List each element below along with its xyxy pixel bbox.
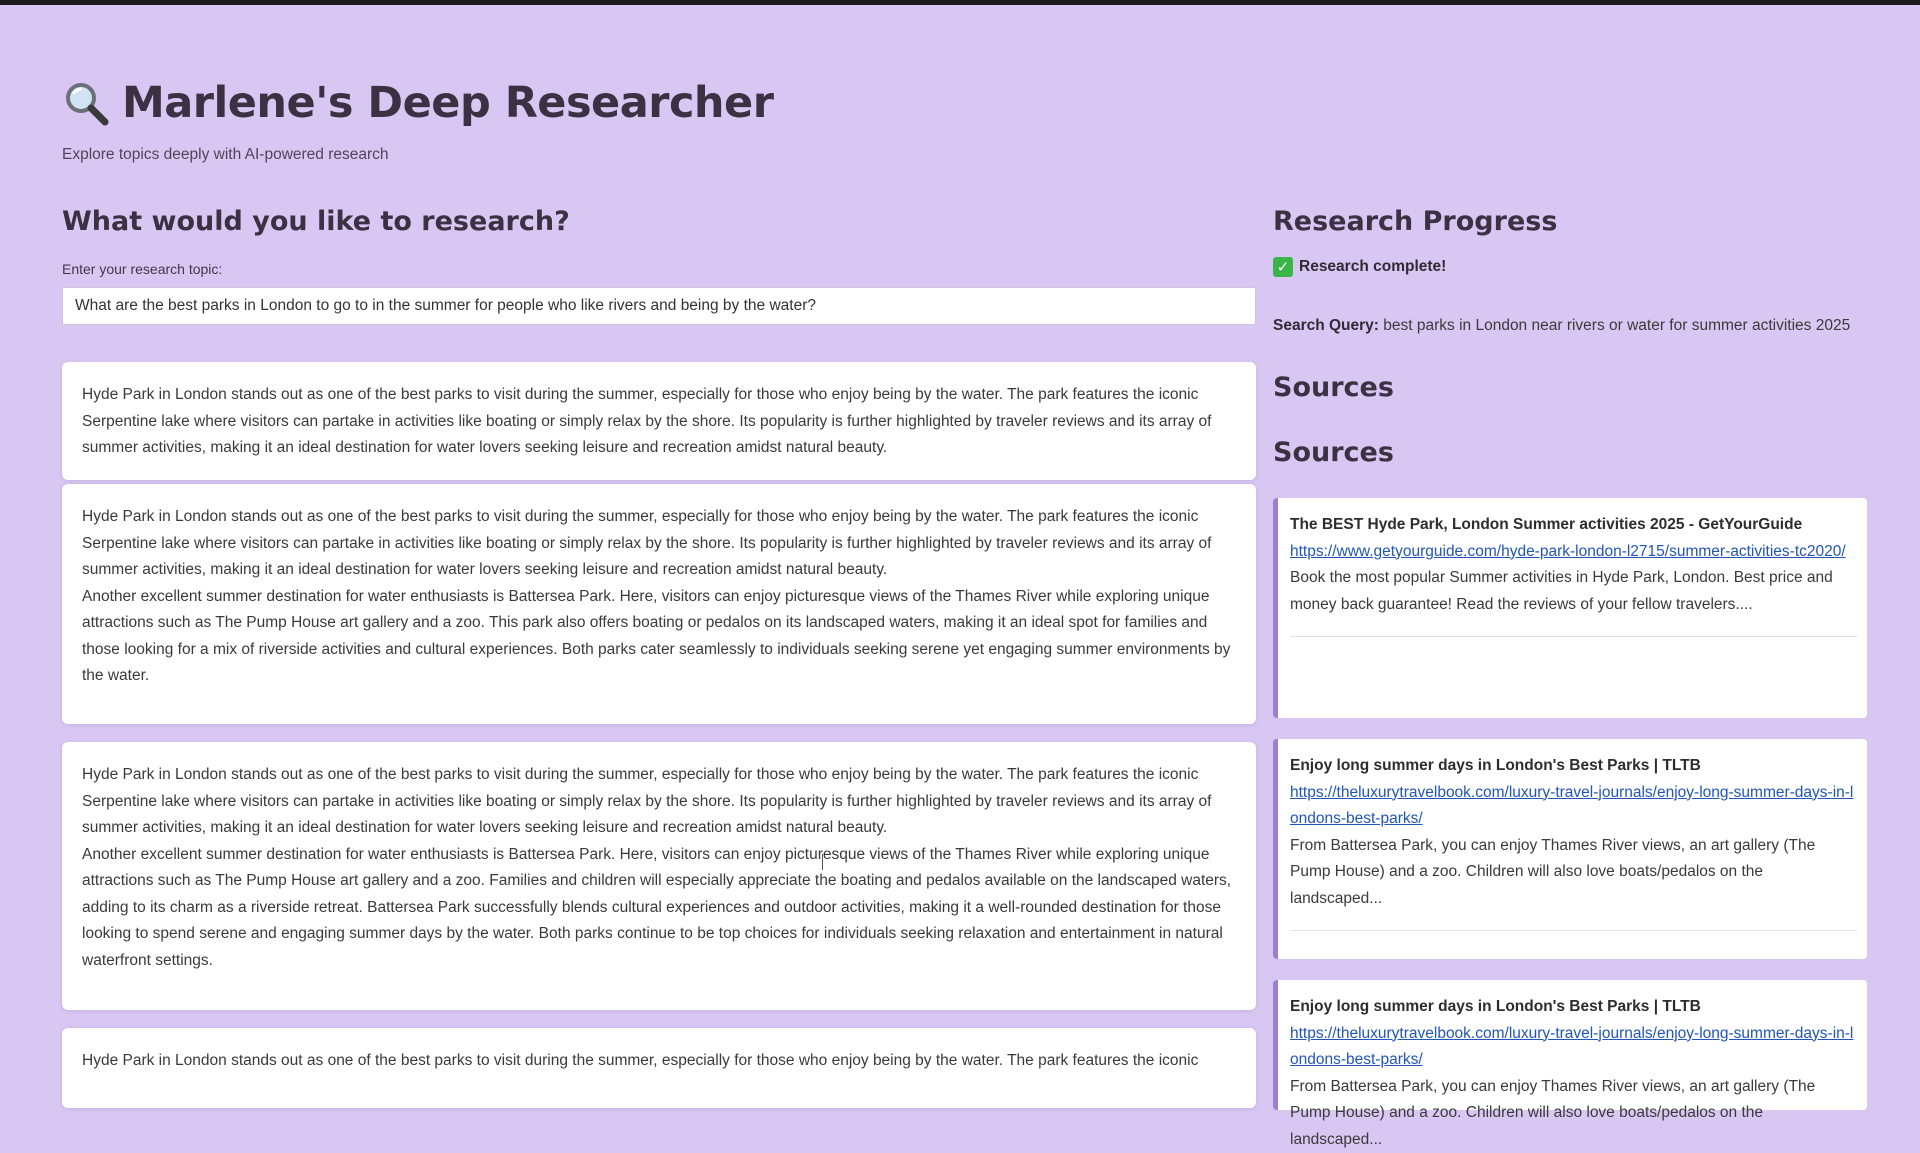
search-query-value: best parks in London near rivers or wate… [1379,317,1850,334]
search-query-label: Search Query: [1273,317,1379,334]
source-title: The BEST Hyde Park, London Summer activi… [1290,512,1857,539]
result-paragraph: Hyde Park in London stands out as one of… [82,762,1236,842]
magnifying-glass-icon [62,79,110,127]
source-title: Enjoy long summer days in London's Best … [1290,753,1857,780]
research-input-label: Enter your research topic: [62,261,1256,277]
research-heading: What would you like to research? [62,206,1256,237]
source-description: Book the most popular Summer activities … [1290,565,1857,618]
result-card: Hyde Park in London stands out as one of… [62,362,1256,480]
divider [1290,636,1857,637]
progress-heading: Research Progress [1273,206,1867,237]
source-card: Enjoy long summer days in London's Best … [1273,739,1867,959]
app-header: Marlene's Deep Researcher Explore topics… [62,78,773,164]
result-card: Hyde Park in London stands out as one of… [62,484,1256,724]
source-link[interactable]: https://theluxurytravelbook.com/luxury-t… [1290,780,1857,833]
research-topic-input[interactable]: What are the best parks in London to go … [62,287,1256,325]
result-paragraph: Hyde Park in London stands out as one of… [82,504,1236,584]
source-card: Enjoy long summer days in London's Best … [1273,980,1867,1110]
source-description: From Battersea Park, you can enjoy Thame… [1290,833,1857,913]
search-query: Search Query: best parks in London near … [1273,317,1867,335]
research-progress-panel: Research Progress ✓ Research complete! S… [1273,206,1867,335]
sources-heading: Sources [1273,372,1394,403]
window-top-bar [0,0,1920,5]
source-link[interactable]: https://www.getyourguide.com/hyde-park-l… [1290,539,1857,566]
result-card: Hyde Park in London stands out as one of… [62,1028,1256,1108]
status-text: Research complete! [1299,258,1446,276]
result-paragraph: Another excellent summer destination for… [82,584,1236,690]
check-icon: ✓ [1273,257,1293,277]
result-paragraph: Hyde Park in London stands out as one of… [82,1048,1236,1075]
status-message: ✓ Research complete! [1273,257,1867,277]
result-paragraph: Another excellent summer destination for… [82,842,1236,975]
result-paragraph: Hyde Park in London stands out as one of… [82,382,1236,462]
source-link[interactable]: https://theluxurytravelbook.com/luxury-t… [1290,1021,1857,1074]
research-input-section: What would you like to research? Enter y… [62,206,1256,325]
title-row: Marlene's Deep Researcher [62,78,773,128]
source-description: From Battersea Park, you can enjoy Thame… [1290,1074,1857,1153]
sources-heading: Sources [1273,437,1394,468]
source-card: The BEST Hyde Park, London Summer activi… [1273,498,1867,718]
page-subtitle: Explore topics deeply with AI-powered re… [62,146,773,164]
divider [1290,930,1857,931]
page-title: Marlene's Deep Researcher [122,78,773,128]
source-title: Enjoy long summer days in London's Best … [1290,994,1857,1021]
text-cursor [822,854,823,870]
result-card: Hyde Park in London stands out as one of… [62,742,1256,1010]
